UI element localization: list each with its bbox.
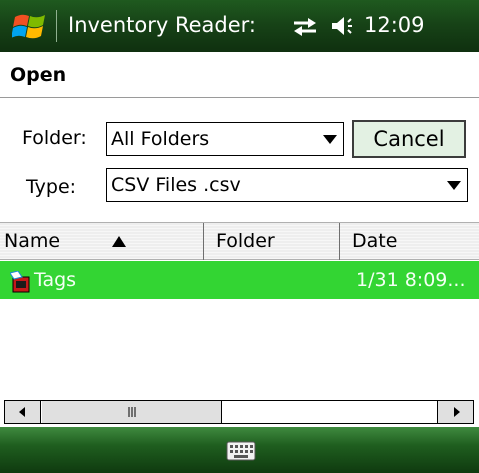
start-flag-icon[interactable] [12,8,48,44]
file-icon [10,271,30,293]
file-name: Tags [34,269,77,291]
volume-icon[interactable] [330,14,356,38]
type-dropdown-value: CSV Files .csv [111,174,241,196]
grip-icon [128,407,136,417]
sort-ascending-icon [112,236,126,247]
type-label: Type: [26,176,77,198]
title-separator [56,10,57,42]
scroll-right-icon [454,407,460,417]
page-title: Open [10,64,67,86]
list-item[interactable]: Tags 1/31 8:09... [0,261,479,299]
list-header: Name Folder Date [0,222,479,260]
app-title: Inventory Reader: [68,13,257,37]
chevron-down-icon[interactable] [447,181,461,190]
type-dropdown[interactable]: CSV Files .csv [106,168,468,202]
column-header-name[interactable]: Name [4,223,60,259]
title-bar: Inventory Reader: 12:09 [0,0,479,52]
scrollbar-thumb[interactable] [42,401,222,423]
connectivity-icon[interactable] [292,16,318,38]
column-divider[interactable] [203,223,204,260]
dialog-header: Open [0,52,479,98]
folder-label: Folder: [22,127,87,149]
scroll-left-button[interactable] [5,401,41,423]
menu-bar [0,427,479,473]
column-header-date[interactable]: Date [352,223,397,259]
cancel-button[interactable]: Cancel [352,120,466,158]
scroll-left-icon [19,407,25,417]
column-header-folder[interactable]: Folder [216,223,275,259]
clock[interactable]: 12:09 [364,12,425,38]
folder-dropdown-value: All Folders [111,128,210,150]
chevron-down-icon[interactable] [323,135,337,144]
scroll-right-button[interactable] [437,401,473,423]
folder-dropdown[interactable]: All Folders [106,122,344,156]
column-divider[interactable] [339,223,340,260]
keyboard-icon[interactable] [226,441,256,461]
horizontal-scrollbar[interactable] [4,400,474,424]
file-date: 1/31 8:09... [356,269,466,291]
